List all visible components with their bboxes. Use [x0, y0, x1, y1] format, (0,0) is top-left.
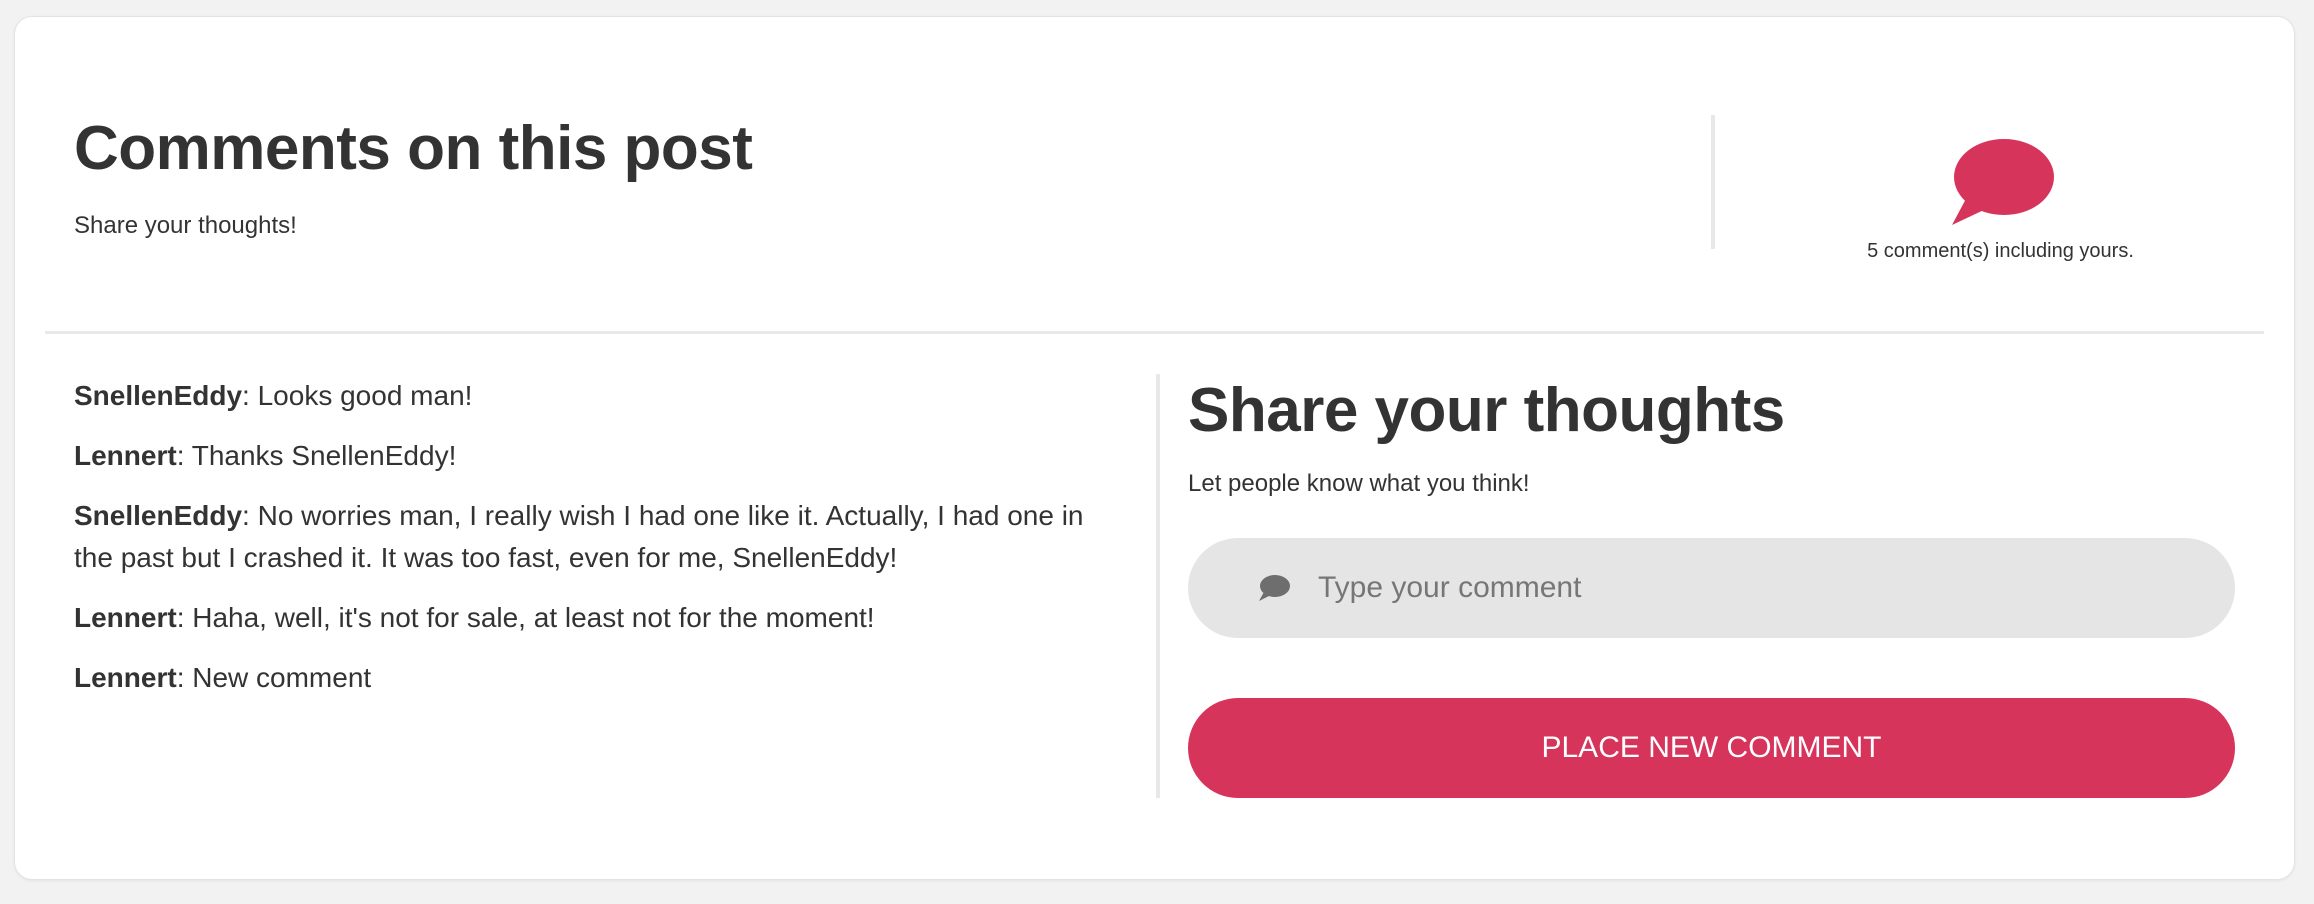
form-title: Share your thoughts [1188, 376, 1785, 445]
page-title: Comments on this post [74, 114, 753, 183]
comment-input[interactable] [1318, 538, 2198, 638]
comment-count-box: 5 comment(s) including yours. [1715, 115, 2286, 265]
comment-input-wrapper[interactable] [1188, 538, 2235, 638]
comment-item: Lennert: Haha, well, it's not for sale, … [74, 597, 1109, 639]
comment-count-text: 5 comment(s) including yours. [1867, 240, 2134, 262]
comment-author: Lennert [74, 662, 177, 693]
form-subtitle: Let people know what you think! [1188, 470, 1530, 497]
comment-author: SnellenEddy [74, 500, 243, 531]
comment-item: Lennert: Thanks SnellenEddy! [74, 435, 1109, 477]
comments-card: Comments on this post Share your thought… [14, 16, 2295, 880]
comment-text: : New comment [176, 662, 372, 693]
comment-item: SnellenEddy: Looks good man! [74, 375, 1109, 417]
comment-author: SnellenEddy [74, 380, 243, 411]
chat-icon [1259, 575, 1290, 601]
comment-text: : Looks good man! [242, 380, 473, 411]
comments-header: Comments on this post Share your thought… [15, 17, 2294, 333]
comment-text: : Haha, well, it's not for sale, at leas… [176, 602, 875, 633]
comment-item: SnellenEddy: No worries man, I really wi… [74, 495, 1109, 579]
comment-item: Lennert: New comment [74, 657, 1109, 699]
column-divider [1156, 374, 1160, 798]
comment-list: SnellenEddy: Looks good man! Lennert: Th… [74, 375, 1109, 717]
page-subtitle: Share your thoughts! [74, 212, 297, 239]
comment-author: Lennert [74, 440, 177, 471]
comment-form: Share your thoughts Let people know what… [1188, 374, 2251, 798]
section-divider [45, 331, 2264, 334]
comment-author: Lennert [74, 602, 177, 633]
speech-bubble-icon [1952, 139, 2054, 225]
comment-text: : Thanks SnellenEddy! [176, 440, 457, 471]
place-new-comment-button[interactable]: PLACE NEW COMMENT [1188, 698, 2235, 798]
